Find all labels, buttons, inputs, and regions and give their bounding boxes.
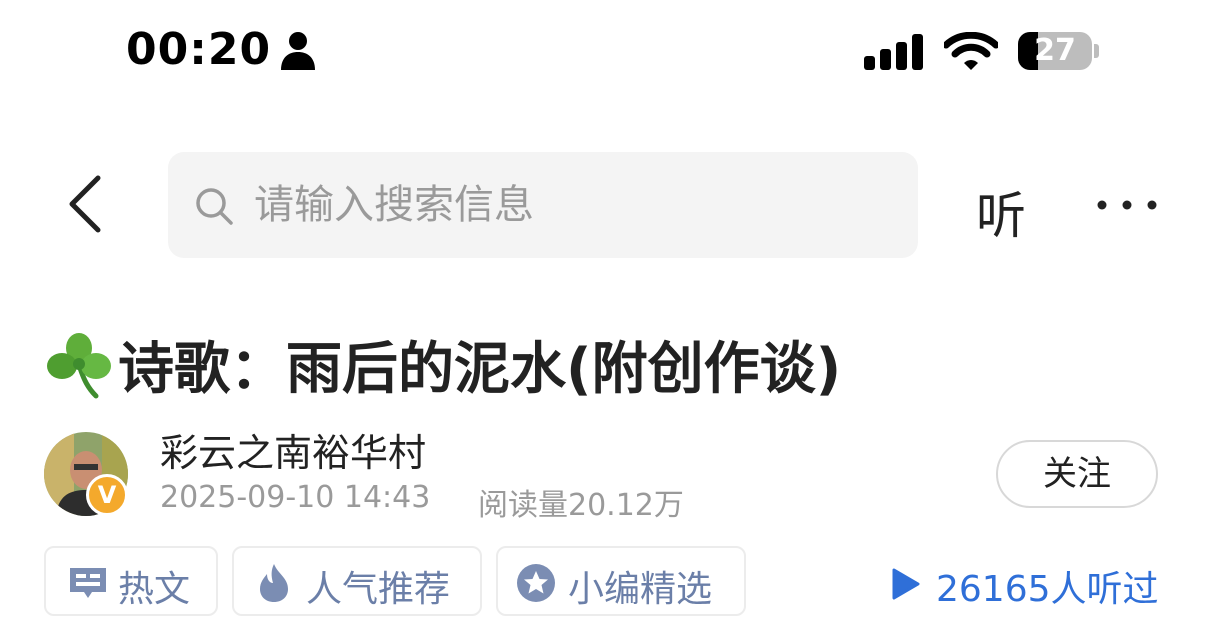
- clover-icon: [47, 333, 111, 399]
- wifi-icon: [944, 32, 998, 70]
- search-box[interactable]: [168, 152, 918, 258]
- page-title: 诗歌：雨后的泥水(附创作谈): [118, 337, 842, 402]
- back-chevron-icon[interactable]: [56, 168, 116, 240]
- follow-button[interactable]: 关注: [996, 440, 1158, 508]
- battery-icon: 27: [1018, 32, 1100, 70]
- tag-label: 人气推荐: [306, 569, 451, 610]
- tag-hot-article[interactable]: 热文: [44, 546, 218, 616]
- read-count: 阅读量20.12万: [478, 488, 684, 523]
- cellular-signal-icon: [864, 34, 923, 70]
- search-input[interactable]: [254, 174, 874, 236]
- more-dots-icon[interactable]: [1092, 180, 1162, 230]
- post-time: 2025-09-10 14:43: [160, 480, 431, 515]
- author-name[interactable]: 彩云之南裕华村: [160, 422, 426, 477]
- flame-icon: [260, 564, 288, 602]
- vip-badge: V: [86, 474, 128, 516]
- listen-button[interactable]: 听: [976, 176, 1026, 248]
- tag-label: 热文: [118, 569, 191, 610]
- play-icon: [892, 568, 920, 600]
- listen-count-label: 26165人听过: [936, 569, 1159, 610]
- tag-popular[interactable]: 人气推荐: [232, 546, 482, 616]
- search-icon: [196, 188, 233, 225]
- person-icon: [281, 32, 315, 70]
- tag-label: 小编精选: [568, 569, 713, 610]
- star-badge-icon: [517, 564, 555, 602]
- tag-editor-pick[interactable]: 小编精选: [496, 546, 746, 616]
- battery-percent: 27: [1034, 33, 1076, 68]
- status-time: 00:20: [126, 24, 272, 75]
- hot-article-icon: [70, 568, 106, 598]
